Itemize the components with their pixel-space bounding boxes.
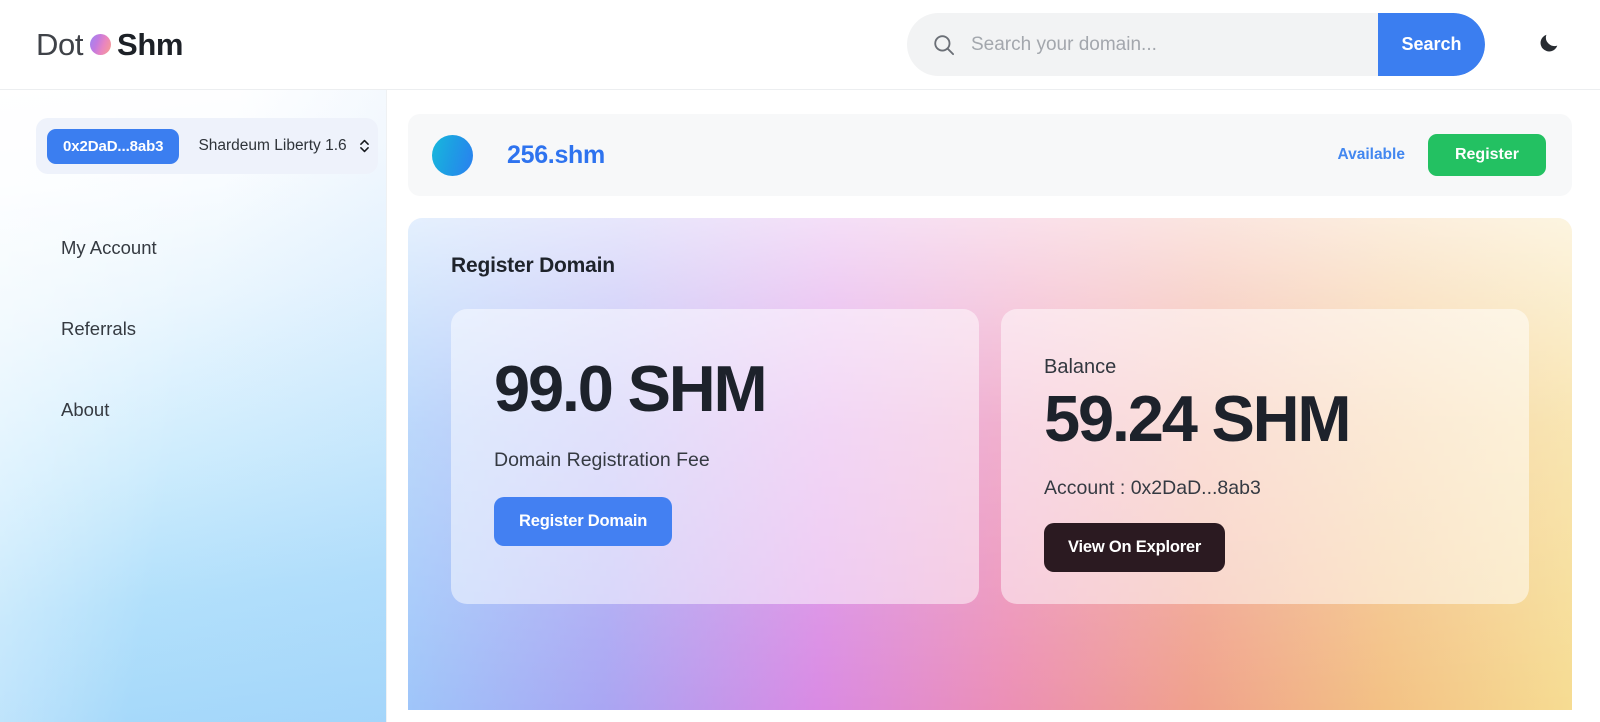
- search-icon: [931, 32, 957, 58]
- sidebar: 0x2DaD...8ab3 Shardeum Liberty 1.6 My Ac…: [0, 90, 387, 722]
- search-input[interactable]: [971, 13, 1378, 76]
- register-domain-panel: Register Domain 99.0 SHM Domain Registra…: [408, 218, 1572, 710]
- wallet-selector: 0x2DaD...8ab3 Shardeum Liberty 1.6: [36, 118, 378, 174]
- search-button[interactable]: Search: [1378, 13, 1485, 76]
- page-title: Register Domain: [451, 254, 615, 277]
- sidebar-nav: My Account Referrals About: [0, 207, 386, 450]
- balance-amount: 59.24 SHM: [1044, 382, 1352, 455]
- network-name-label: Shardeum Liberty 1.6: [198, 137, 347, 154]
- status-badge: Available: [1337, 146, 1405, 163]
- logo-text-shm: Shm: [117, 26, 184, 62]
- logo-text-dot: Dot: [36, 26, 84, 62]
- domain-result-card: 256.shm Available Register: [408, 114, 1572, 196]
- view-on-explorer-button[interactable]: View On Explorer: [1044, 523, 1226, 572]
- moon-icon: [1537, 31, 1561, 58]
- wallet-address-button[interactable]: 0x2DaD...8ab3: [47, 128, 180, 164]
- sidebar-item-referrals[interactable]: Referrals: [0, 288, 386, 369]
- register-button[interactable]: Register: [1427, 134, 1546, 176]
- sidebar-item-my-account[interactable]: My Account: [0, 207, 386, 288]
- domain-avatar-icon: [432, 134, 473, 176]
- registration-fee-label: Domain Registration Fee: [494, 449, 710, 471]
- stat-cards-row: 99.0 SHM Domain Registration Fee Registe…: [408, 309, 1572, 604]
- app-logo[interactable]: Dot Shm: [36, 27, 183, 63]
- domain-name-label: 256.shm: [507, 140, 605, 169]
- search-bar: Search: [907, 13, 1485, 76]
- body-area: 0x2DaD...8ab3 Shardeum Liberty 1.6 My Ac…: [0, 90, 1600, 722]
- top-header: Dot Shm Search: [0, 0, 1600, 90]
- registration-fee-amount: 99.0 SHM: [494, 352, 768, 425]
- balance-card: Balance 59.24 SHM Account : 0x2DaD...8ab…: [1001, 309, 1529, 604]
- balance-account-label: Account : 0x2DaD...8ab3: [1044, 477, 1261, 499]
- theme-toggle-button[interactable]: [1532, 28, 1566, 62]
- register-domain-button[interactable]: Register Domain: [494, 497, 673, 546]
- registration-fee-card: 99.0 SHM Domain Registration Fee Registe…: [451, 309, 979, 604]
- main-content: 256.shm Available Register Register Doma…: [387, 90, 1600, 722]
- gradient-dot-icon: [90, 34, 112, 55]
- balance-label: Balance: [1044, 356, 1117, 378]
- chevron-updown-icon: [357, 137, 372, 155]
- sidebar-item-about[interactable]: About: [0, 369, 386, 450]
- app-root: Dot Shm Search your domain... Search 0x2…: [0, 0, 1600, 722]
- network-select[interactable]: Shardeum Liberty 1.6: [198, 137, 373, 155]
